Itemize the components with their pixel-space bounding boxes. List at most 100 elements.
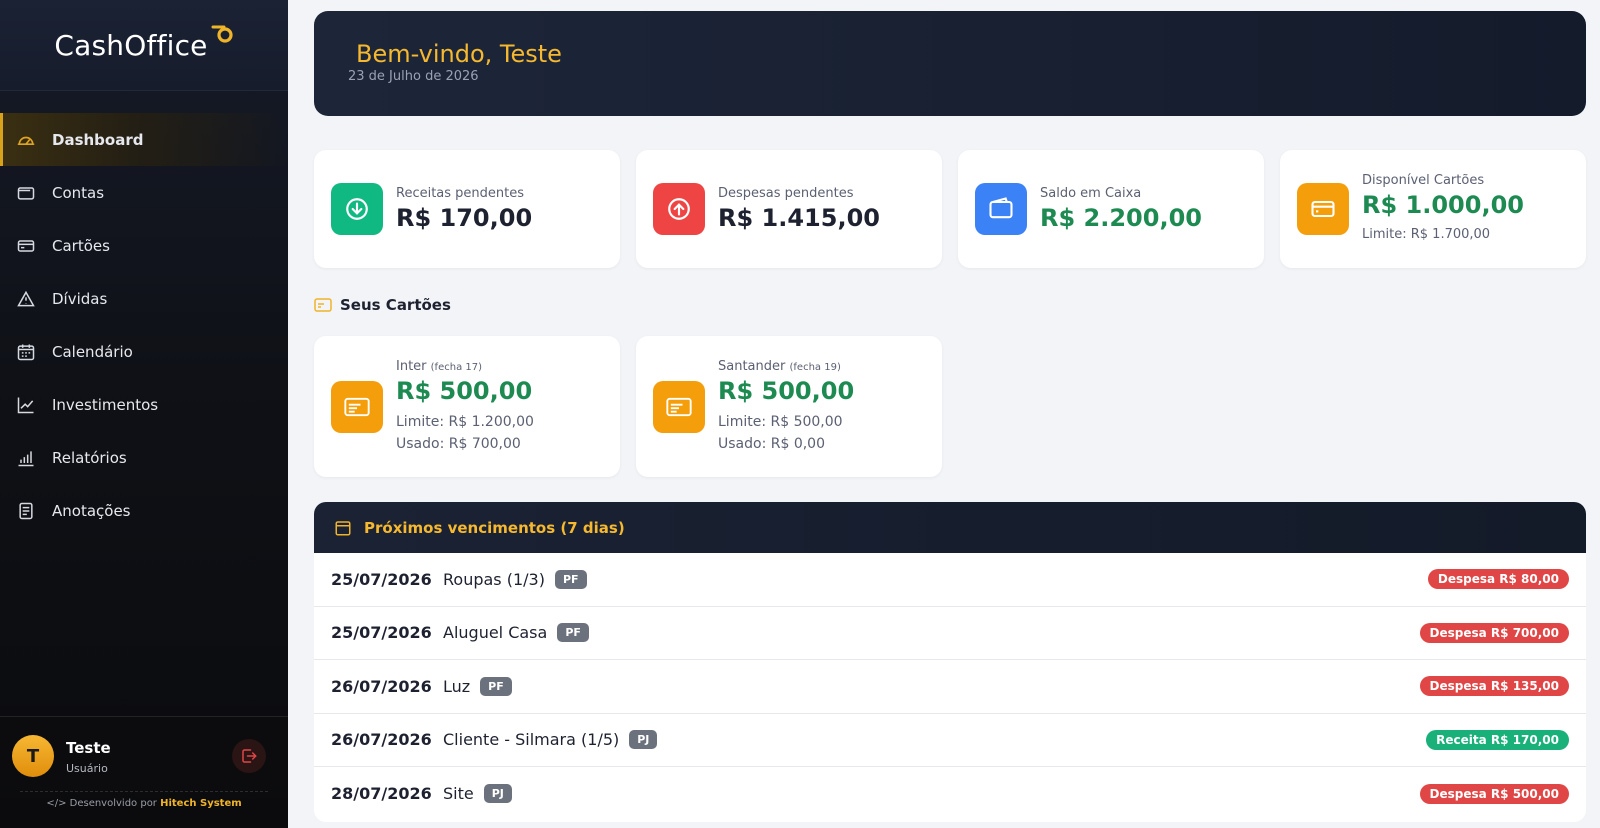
sidebar-item-label: Calendário xyxy=(52,342,133,361)
credit-card-santander[interactable]: Santander (fecha 19) R$ 500,00 Limite: R… xyxy=(636,336,942,477)
sidebar-item-label: Investimentos xyxy=(52,395,159,414)
type-tag: PJ xyxy=(629,730,658,750)
footer-company[interactable]: Hitech System xyxy=(160,798,242,809)
user-panel: T Teste Usuário </> Desenvolvido por Hit… xyxy=(0,716,288,828)
due-date: 28/07/2026 xyxy=(331,784,432,804)
trend-up-icon xyxy=(16,395,36,415)
table-row[interactable]: 25/07/2026 Roupas (1/3) PF Despesa R$ 80… xyxy=(314,553,1586,607)
card-limit: Limite: R$ 1.200,00 xyxy=(396,414,534,430)
table-row[interactable]: 25/07/2026 Aluguel Casa PF Despesa R$ 70… xyxy=(314,607,1586,660)
amount-badge: Despesa R$ 135,00 xyxy=(1419,676,1569,697)
card-used: Usado: R$ 700,00 xyxy=(396,436,521,452)
user-name: Teste xyxy=(66,739,111,757)
calendar-icon xyxy=(335,520,351,535)
amount-badge: Despesa R$ 80,00 xyxy=(1427,569,1569,590)
due-description: Aluguel Casa xyxy=(443,623,548,643)
due-date: 26/07/2026 xyxy=(331,676,432,696)
table-row[interactable]: 26/07/2026 Cliente - Silmara (1/5) PJ Re… xyxy=(314,714,1586,767)
due-description: Site xyxy=(443,784,474,804)
logout-button[interactable] xyxy=(232,739,266,773)
section-title-text: Seus Cartões xyxy=(340,296,451,314)
type-tag: PF xyxy=(554,569,587,589)
welcome-banner: Bem-vindo, Teste 23 de Julho de 2026 xyxy=(314,11,1586,116)
card-name: Santander xyxy=(718,359,786,374)
card-closing: (fecha 19) xyxy=(789,362,841,373)
sidebar-item-label: Dashboard xyxy=(52,130,144,149)
sidebar-item-calendario[interactable]: Calendário xyxy=(0,325,288,378)
sidebar-item-label: Anotações xyxy=(52,501,131,520)
gauge-icon xyxy=(16,130,36,150)
sidebar-item-dashboard[interactable]: Dashboard xyxy=(0,113,288,166)
brand-name: CashOffice xyxy=(54,28,208,62)
credit-card-icon xyxy=(1297,183,1349,235)
stat-sub: Limite: R$ 1.700,00 xyxy=(1362,227,1491,242)
sidebar-item-label: Cartões xyxy=(52,236,110,255)
credit-card-icon xyxy=(331,381,383,433)
stat-card-despesas: Despesas pendentes R$ 1.415,00 xyxy=(636,150,942,268)
sidebar-item-investimentos[interactable]: Investimentos xyxy=(0,378,288,431)
arrow-up-circle-icon xyxy=(653,183,705,235)
sidebar-item-label: Dívidas xyxy=(52,289,108,308)
type-tag: PF xyxy=(480,676,512,696)
sidebar-item-dividas[interactable]: Dívidas xyxy=(0,272,288,325)
sidebar: CashOffice Dashboard Contas Cartões Dívi… xyxy=(0,0,288,828)
user-role: Usuário xyxy=(66,762,108,775)
amount-badge: Despesa R$ 500,00 xyxy=(1419,783,1569,804)
upcoming-due-panel: Próximos vencimentos (7 dias) 25/07/2026… xyxy=(314,502,1586,822)
stat-card-disponivel: Disponível Cartões R$ 1.000,00 Limite: R… xyxy=(1280,150,1586,268)
credit-card-icon xyxy=(314,298,332,312)
stat-card-saldo: Saldo em Caixa R$ 2.200,00 xyxy=(958,150,1264,268)
table-row[interactable]: 28/07/2026 Site PJ Despesa R$ 500,00 xyxy=(314,767,1586,821)
type-tag: PJ xyxy=(483,784,512,804)
stat-label: Despesas pendentes xyxy=(718,186,854,201)
card-name-line: Inter (fecha 17) xyxy=(396,359,482,374)
card-closing: (fecha 17) xyxy=(430,362,482,373)
logout-icon xyxy=(242,749,257,763)
sidebar-item-relatorios[interactable]: Relatórios xyxy=(0,431,288,484)
due-date: 25/07/2026 xyxy=(331,569,432,589)
stat-value: R$ 1.415,00 xyxy=(718,204,880,232)
stat-label: Receitas pendentes xyxy=(396,186,525,201)
due-description: Luz xyxy=(443,676,471,696)
stat-card-receitas: Receitas pendentes R$ 170,00 xyxy=(314,150,620,268)
due-description: Roupas (1/3) xyxy=(443,569,545,589)
footer-credit: </> Desenvolvido por Hitech System xyxy=(20,791,268,809)
card-name-line: Santander (fecha 19) xyxy=(718,359,841,374)
sidebar-item-contas[interactable]: Contas xyxy=(0,166,288,219)
due-description: Cliente - Silmara (1/5) xyxy=(443,730,620,750)
avatar[interactable]: T xyxy=(12,735,54,777)
sidebar-item-anotacoes[interactable]: Anotações xyxy=(0,484,288,537)
upcoming-header: Próximos vencimentos (7 dias) xyxy=(314,502,1586,553)
welcome-date: 23 de Julho de 2026 xyxy=(348,69,479,84)
wallet-icon xyxy=(16,183,36,203)
bar-chart-icon xyxy=(16,448,36,468)
footer-prefix: </> Desenvolvido por xyxy=(46,798,157,809)
sidebar-item-label: Relatórios xyxy=(52,448,127,467)
sidebar-item-cartoes[interactable]: Cartões xyxy=(0,219,288,272)
due-date: 25/07/2026 xyxy=(331,623,432,643)
card-limit: Limite: R$ 500,00 xyxy=(718,414,843,430)
stat-value: R$ 2.200,00 xyxy=(1040,204,1202,232)
logo-mark-icon xyxy=(211,25,233,43)
wallet-icon xyxy=(975,183,1027,235)
logo[interactable]: CashOffice xyxy=(0,0,288,91)
sidebar-nav: Dashboard Contas Cartões Dívidas Calendá… xyxy=(0,113,288,537)
warning-icon xyxy=(16,289,36,309)
amount-badge: Receita R$ 170,00 xyxy=(1426,729,1569,750)
stat-value: R$ 1.000,00 xyxy=(1362,191,1524,219)
credit-card-inter[interactable]: Inter (fecha 17) R$ 500,00 Limite: R$ 1.… xyxy=(314,336,620,477)
card-used: Usado: R$ 0,00 xyxy=(718,436,825,452)
calendar-icon xyxy=(16,342,36,362)
credit-card-icon xyxy=(16,236,36,256)
stat-value: R$ 170,00 xyxy=(396,204,533,232)
section-title-cards: Seus Cartões xyxy=(314,296,451,314)
welcome-title: Bem-vindo, Teste xyxy=(356,40,562,68)
card-name: Inter xyxy=(396,359,427,374)
stat-label: Disponível Cartões xyxy=(1362,173,1485,188)
due-date: 26/07/2026 xyxy=(331,730,432,750)
card-available: R$ 500,00 xyxy=(718,377,855,405)
card-available: R$ 500,00 xyxy=(396,377,533,405)
table-row[interactable]: 26/07/2026 Luz PF Despesa R$ 135,00 xyxy=(314,660,1586,714)
sidebar-item-label: Contas xyxy=(52,183,105,202)
arrow-down-circle-icon xyxy=(331,183,383,235)
